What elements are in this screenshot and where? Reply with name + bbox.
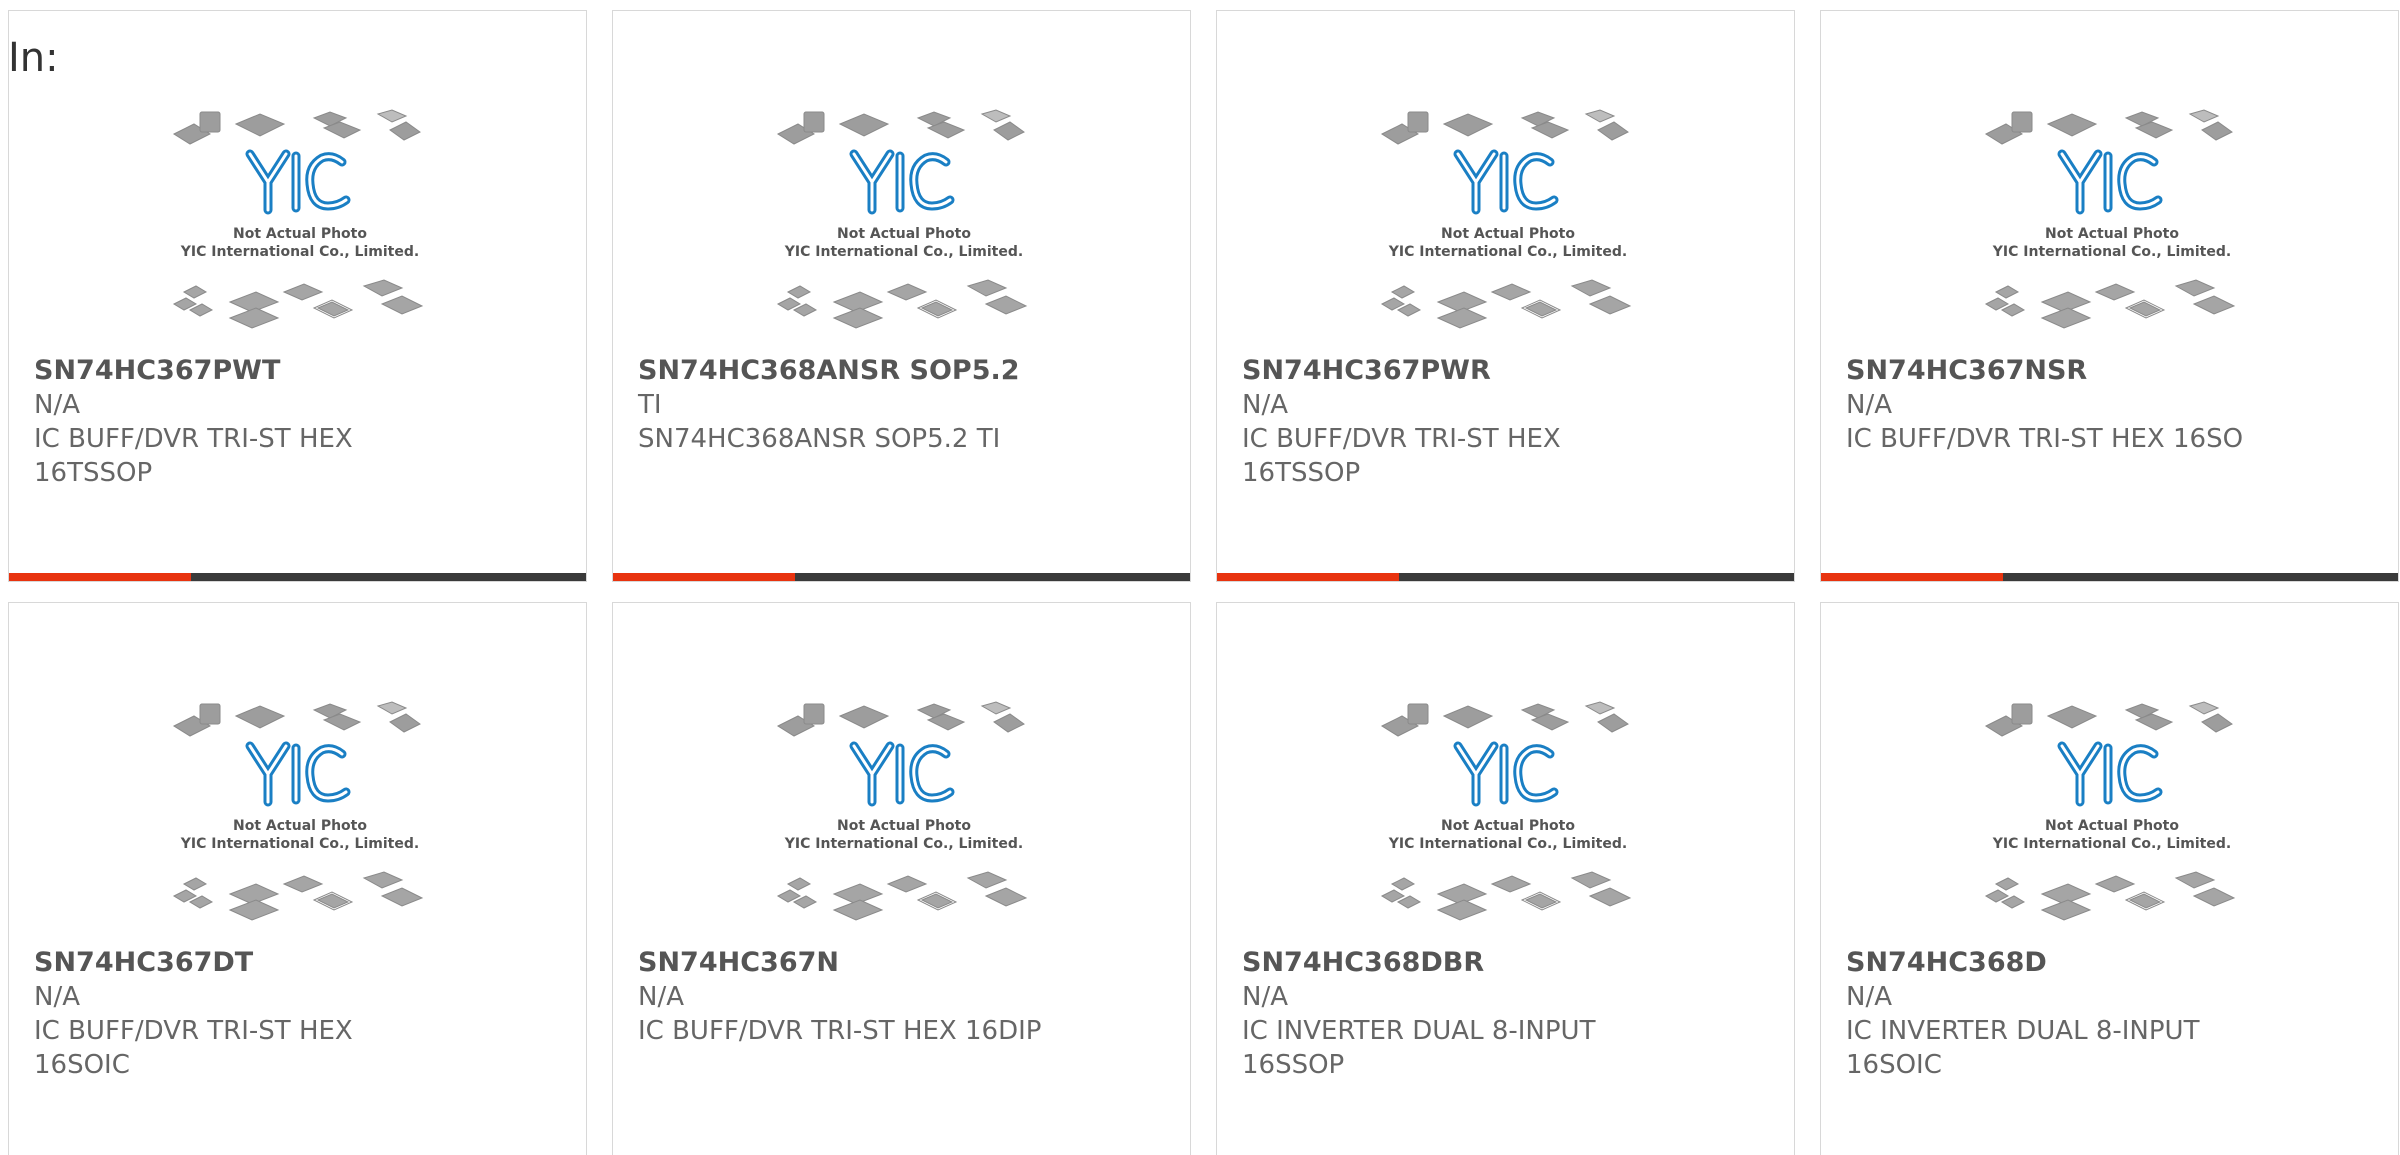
yic-logo	[849, 741, 955, 807]
manufacturer: N/A	[1846, 982, 1892, 1012]
part-number[interactable]: SN74HC367NSR	[1846, 354, 2373, 388]
product-description: IC INVERTER DUAL 8-INPUT 16SSOP	[1242, 1016, 1596, 1080]
card-bottom-bar	[9, 573, 586, 581]
product-photo-placeholder[interactable]: Not Actual Photo YIC International Co., …	[768, 96, 1038, 356]
product-info: SN74HC368ANSR SOP5.2 TI SN74HC368ANSR SO…	[638, 354, 1165, 456]
in-label: In:	[8, 35, 59, 81]
card-bottom-bar	[1217, 573, 1794, 581]
chip-placeholder-image: Not Actual Photo YIC International Co., …	[776, 701, 1028, 921]
product-grid-page: In: Not Actual Photo YIC International C…	[0, 0, 2400, 1155]
product-info: SN74HC368D N/A IC INVERTER DUAL 8-INPUT …	[1846, 946, 2373, 1082]
manufacturer: N/A	[34, 982, 80, 1012]
product-info: SN74HC367PWR N/A IC BUFF/DVR TRI-ST HEX …	[1242, 354, 1769, 490]
product-description: IC INVERTER DUAL 8-INPUT 16SOIC	[1846, 1016, 2200, 1080]
card-accent-bar	[9, 573, 191, 581]
card-accent-bar	[1821, 573, 2003, 581]
product-card[interactable]: Not Actual Photo YIC International Co., …	[8, 602, 587, 1155]
product-description: IC BUFF/DVR TRI-ST HEX 16SOIC	[34, 1016, 353, 1080]
product-description: SN74HC368ANSR SOP5.2 TI	[638, 424, 1001, 454]
svg-text:Not Actual Photo: Not Actual Photo	[837, 818, 971, 834]
chip-placeholder-image: Not Actual Photo YIC International Co., …	[172, 701, 424, 921]
svg-text:YIC International Co., Limited: YIC International Co., Limited.	[180, 836, 419, 852]
manufacturer: N/A	[638, 982, 684, 1012]
svg-text:YIC International Co., Limited: YIC International Co., Limited.	[784, 244, 1023, 260]
product-card[interactable]: Not Actual Photo YIC International Co., …	[1820, 10, 2399, 582]
svg-text:Not Actual Photo: Not Actual Photo	[1441, 226, 1575, 242]
manufacturer: N/A	[34, 390, 80, 420]
product-card[interactable]: Not Actual Photo YIC International Co., …	[1820, 602, 2399, 1155]
manufacturer: N/A	[1242, 982, 1288, 1012]
chip-placeholder-image: Not Actual Photo YIC International Co., …	[1380, 109, 1632, 329]
svg-text:Not Actual Photo: Not Actual Photo	[2045, 226, 2179, 242]
product-card[interactable]: Not Actual Photo YIC International Co., …	[8, 10, 587, 582]
product-card[interactable]: Not Actual Photo YIC International Co., …	[1216, 602, 1795, 1155]
product-photo-placeholder[interactable]: Not Actual Photo YIC International Co., …	[164, 96, 434, 356]
part-number[interactable]: SN74HC367N	[638, 946, 1165, 980]
product-info: SN74HC367DT N/A IC BUFF/DVR TRI-ST HEX 1…	[34, 946, 561, 1082]
product-photo-placeholder[interactable]: Not Actual Photo YIC International Co., …	[1372, 96, 1642, 356]
product-info: SN74HC367PWT N/A IC BUFF/DVR TRI-ST HEX …	[34, 354, 561, 490]
yic-logo	[2057, 741, 2163, 807]
svg-text:Not Actual Photo: Not Actual Photo	[2045, 818, 2179, 834]
product-description: IC BUFF/DVR TRI-ST HEX 16SO	[1846, 424, 2244, 454]
svg-text:Not Actual Photo: Not Actual Photo	[1441, 818, 1575, 834]
chip-placeholder-image: Not Actual Photo YIC International Co., …	[1984, 109, 2236, 329]
svg-text:Not Actual Photo: Not Actual Photo	[233, 818, 367, 834]
part-number[interactable]: SN74HC368ANSR SOP5.2	[638, 354, 1165, 388]
svg-text:YIC International Co., Limited: YIC International Co., Limited.	[180, 244, 419, 260]
product-description: IC BUFF/DVR TRI-ST HEX 16TSSOP	[34, 424, 353, 488]
card-accent-bar	[1217, 573, 1399, 581]
part-number[interactable]: SN74HC367DT	[34, 946, 561, 980]
product-info: SN74HC367NSR N/A IC BUFF/DVR TRI-ST HEX …	[1846, 354, 2373, 456]
part-number[interactable]: SN74HC367PWR	[1242, 354, 1769, 388]
svg-text:YIC International Co., Limited: YIC International Co., Limited.	[1388, 244, 1627, 260]
chip-placeholder-image: Not Actual Photo YIC International Co., …	[776, 109, 1028, 329]
product-info: SN74HC368DBR N/A IC INVERTER DUAL 8-INPU…	[1242, 946, 1769, 1082]
card-bottom-bar	[613, 573, 1190, 581]
manufacturer: TI	[638, 390, 662, 420]
product-photo-placeholder[interactable]: Not Actual Photo YIC International Co., …	[1372, 688, 1642, 948]
part-number[interactable]: SN74HC368D	[1846, 946, 2373, 980]
product-card[interactable]: Not Actual Photo YIC International Co., …	[612, 602, 1191, 1155]
svg-text:Not Actual Photo: Not Actual Photo	[233, 226, 367, 242]
chip-placeholder-image: Not Actual Photo YIC International Co., …	[1380, 701, 1632, 921]
part-number[interactable]: SN74HC367PWT	[34, 354, 561, 388]
svg-text:YIC International Co., Limited: YIC International Co., Limited.	[1388, 836, 1627, 852]
product-photo-placeholder[interactable]: Not Actual Photo YIC International Co., …	[164, 688, 434, 948]
yic-logo	[1453, 741, 1559, 807]
product-photo-placeholder[interactable]: Not Actual Photo YIC International Co., …	[768, 688, 1038, 948]
manufacturer: N/A	[1846, 390, 1892, 420]
product-description: IC BUFF/DVR TRI-ST HEX 16DIP	[638, 1016, 1042, 1046]
product-card[interactable]: Not Actual Photo YIC International Co., …	[1216, 10, 1795, 582]
part-number[interactable]: SN74HC368DBR	[1242, 946, 1769, 980]
yic-logo	[2057, 149, 2163, 215]
product-grid: Not Actual Photo YIC International Co., …	[8, 10, 2400, 1155]
svg-text:Not Actual Photo: Not Actual Photo	[837, 226, 971, 242]
svg-text:YIC International Co., Limited: YIC International Co., Limited.	[1992, 836, 2231, 852]
svg-text:YIC International Co., Limited: YIC International Co., Limited.	[784, 836, 1023, 852]
product-photo-placeholder[interactable]: Not Actual Photo YIC International Co., …	[1976, 688, 2246, 948]
yic-logo	[1453, 149, 1559, 215]
manufacturer: N/A	[1242, 390, 1288, 420]
chip-placeholder-image: Not Actual Photo YIC International Co., …	[1984, 701, 2236, 921]
yic-logo	[849, 149, 955, 215]
product-photo-placeholder[interactable]: Not Actual Photo YIC International Co., …	[1976, 96, 2246, 356]
yic-logo	[245, 149, 351, 215]
card-bottom-bar	[1821, 573, 2398, 581]
product-description: IC BUFF/DVR TRI-ST HEX 16TSSOP	[1242, 424, 1561, 488]
product-card[interactable]: Not Actual Photo YIC International Co., …	[612, 10, 1191, 582]
chip-placeholder-image: Not Actual Photo YIC International Co., …	[172, 109, 424, 329]
svg-text:YIC International Co., Limited: YIC International Co., Limited.	[1992, 244, 2231, 260]
product-info: SN74HC367N N/A IC BUFF/DVR TRI-ST HEX 16…	[638, 946, 1165, 1048]
yic-logo	[245, 741, 351, 807]
card-accent-bar	[613, 573, 795, 581]
